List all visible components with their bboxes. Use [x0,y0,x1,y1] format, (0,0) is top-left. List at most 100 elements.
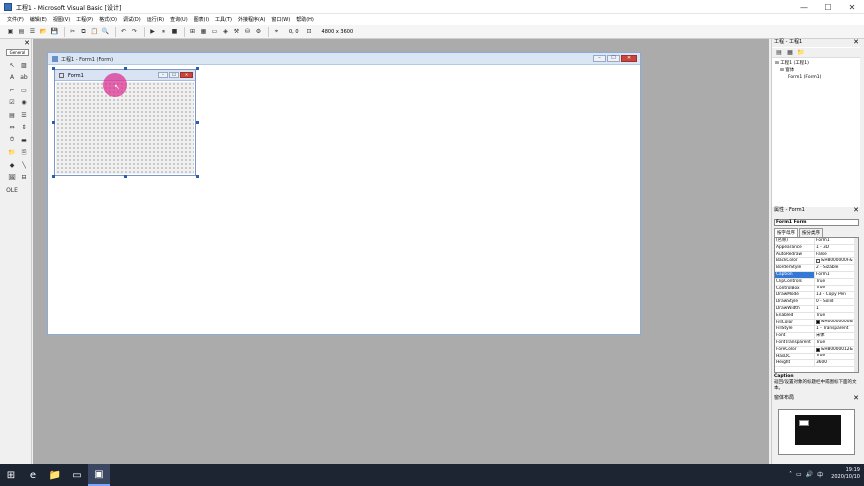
menu-query[interactable]: 查询(U) [168,14,190,25]
resize-handle[interactable] [196,67,199,70]
property-value[interactable]: Form1 [815,272,858,278]
resize-handle[interactable] [196,121,199,124]
checkbox-tool-icon[interactable]: ☑ [6,97,18,110]
menu-file[interactable]: 文件(F) [5,14,26,25]
property-value[interactable]: 1 - 3D [815,245,858,251]
tray-arrow-icon[interactable]: ˄ [789,471,792,478]
shape-tool-icon[interactable]: ◆ [6,159,18,172]
menu-format[interactable]: 格式(O) [97,14,119,25]
property-row[interactable]: Height 3600 [775,360,858,368]
file-explorer-icon[interactable]: 📁 [44,464,66,486]
add-project-icon[interactable]: ▣ [6,27,15,36]
property-row[interactable]: Enabled True [775,312,858,320]
property-value[interactable]: 1 [815,306,858,312]
property-value[interactable]: True [815,340,858,346]
resize-handle[interactable] [124,67,127,70]
designer-minimize-button[interactable]: – [593,55,606,62]
property-row[interactable]: Caption Form1 [775,271,858,279]
tree-item-form1[interactable]: Form1 (Form1) [775,74,821,81]
property-row[interactable]: ClipControls True [775,278,858,286]
property-value[interactable]: False [815,252,858,258]
project-explorer-close-icon[interactable]: ✕ [853,39,859,46]
pointer-tool-icon[interactable]: ↖ [6,59,18,72]
data-view-icon[interactable]: ⛁ [243,27,252,36]
copy-icon[interactable]: ⧉ [79,27,88,36]
edge-browser-icon[interactable]: e [22,464,44,486]
paste-icon[interactable]: 📋 [90,27,99,36]
property-row[interactable]: FillStyle 1 - Transparent [775,326,858,334]
form1-layout-thumbnail[interactable] [799,420,809,426]
property-value[interactable]: 2 - Sizable [815,265,858,271]
property-value[interactable]: True [815,286,858,292]
drivelistbox-tool-icon[interactable]: ▬ [18,134,30,147]
tree-item-project[interactable]: ⊟ 工程1 (工程1) [775,60,821,67]
combobox-tool-icon[interactable]: ▤ [6,109,18,122]
form-layout-icon[interactable]: ▭ [210,27,219,36]
menu-run[interactable]: 运行(R) [145,14,166,25]
object-browser-icon[interactable]: ◈ [221,27,230,36]
property-value[interactable]: 3600 [815,360,858,366]
menu-edit[interactable]: 编辑(E) [28,14,49,25]
property-value[interactable]: 0 - Solid [815,299,858,305]
designer-titlebar[interactable]: 工程1 - Form1 (Form) – ☐ ✕ [48,53,640,65]
toolbox-icon[interactable]: ⚒ [232,27,241,36]
stop-icon[interactable]: ■ [170,27,179,36]
commandbutton-tool-icon[interactable]: ▭ [18,84,30,97]
tree-item-forms-folder[interactable]: ⊟ 窗体 [775,67,821,74]
property-value[interactable]: 1 - Transparent [815,326,858,332]
properties-window-icon[interactable]: ▦ [199,27,208,36]
property-row[interactable]: ControlBox True [775,285,858,293]
component-manager-icon[interactable]: ⚙ [254,27,263,36]
property-value[interactable]: &H8000000F& [815,258,858,264]
view-code-icon[interactable]: ▤ [775,48,783,56]
volume-icon[interactable]: 🔊 [806,471,813,478]
label-tool-icon[interactable]: A [6,72,18,85]
resize-handle[interactable] [52,121,55,124]
dirlistbox-tool-icon[interactable]: 📁 [6,147,18,160]
tab-alphabetic[interactable]: 按字母序 [774,228,798,237]
menu-tools[interactable]: 工具(T) [213,14,234,25]
resize-handle[interactable] [196,175,199,178]
menu-addins[interactable]: 外接程序(A) [236,14,267,25]
resize-handle[interactable] [52,67,55,70]
property-row[interactable]: FillColor &H00000000& [775,319,858,327]
property-value[interactable]: True [815,354,858,360]
windows-start-icon[interactable]: ⊞ [0,464,22,486]
menu-window[interactable]: 窗口(W) [269,14,292,25]
optionbutton-tool-icon[interactable]: ◉ [18,97,30,110]
pause-icon[interactable]: ⏸ [159,27,168,36]
timer-tool-icon[interactable]: ⏱ [6,134,18,147]
network-icon[interactable]: ▭ [796,471,802,478]
close-button[interactable]: ✕ [840,0,864,14]
line-tool-icon[interactable]: ╲ [18,159,30,172]
view-object-icon[interactable]: ▦ [786,48,794,56]
cut-icon[interactable]: ✂ [68,27,77,36]
property-value[interactable]: Form1 [815,238,858,244]
property-row[interactable]: ForeColor &H80000012& [775,346,858,354]
property-value[interactable]: &H80000012& [815,347,858,353]
property-row[interactable]: DrawMode 13 - Copy Pen [775,292,858,300]
designer-close-button[interactable]: ✕ [621,55,637,62]
property-row[interactable]: DrawStyle 0 - Solid [775,299,858,306]
menu-view[interactable]: 视图(V) [51,14,72,25]
menu-editor-icon[interactable]: ☰ [28,27,37,36]
form1-design-surface[interactable]: Form1 – ☐ ✕ ↖ [54,69,196,176]
data-tool-icon[interactable]: ⊟ [18,172,30,185]
picturebox-tool-icon[interactable]: ▨ [18,59,30,72]
property-value[interactable]: 13 - Copy Pen [815,292,858,298]
vb-taskbar-icon[interactable]: ▣ [88,464,110,486]
ime-indicator[interactable]: 中 [817,470,823,479]
object-selector[interactable]: Form1 Form [774,219,859,226]
property-row[interactable]: BorderStyle 2 - Sizable [775,265,858,272]
listbox-tool-icon[interactable]: ☰ [18,109,30,122]
toolbox-general-tab[interactable]: General [6,49,29,56]
properties-close-icon[interactable]: ✕ [853,207,859,214]
redo-icon[interactable]: ↷ [130,27,139,36]
tab-categorized[interactable]: 按分类序 [799,228,823,237]
vscrollbar-tool-icon[interactable]: ⇕ [18,122,30,135]
open-project-icon[interactable]: 📂 [39,27,48,36]
designer-maximize-button[interactable]: ☐ [607,55,620,62]
property-value[interactable]: &H00000000& [815,320,858,326]
ole-tool-icon[interactable]: OLE [6,184,18,197]
property-grid-scrollbar[interactable] [854,238,858,372]
